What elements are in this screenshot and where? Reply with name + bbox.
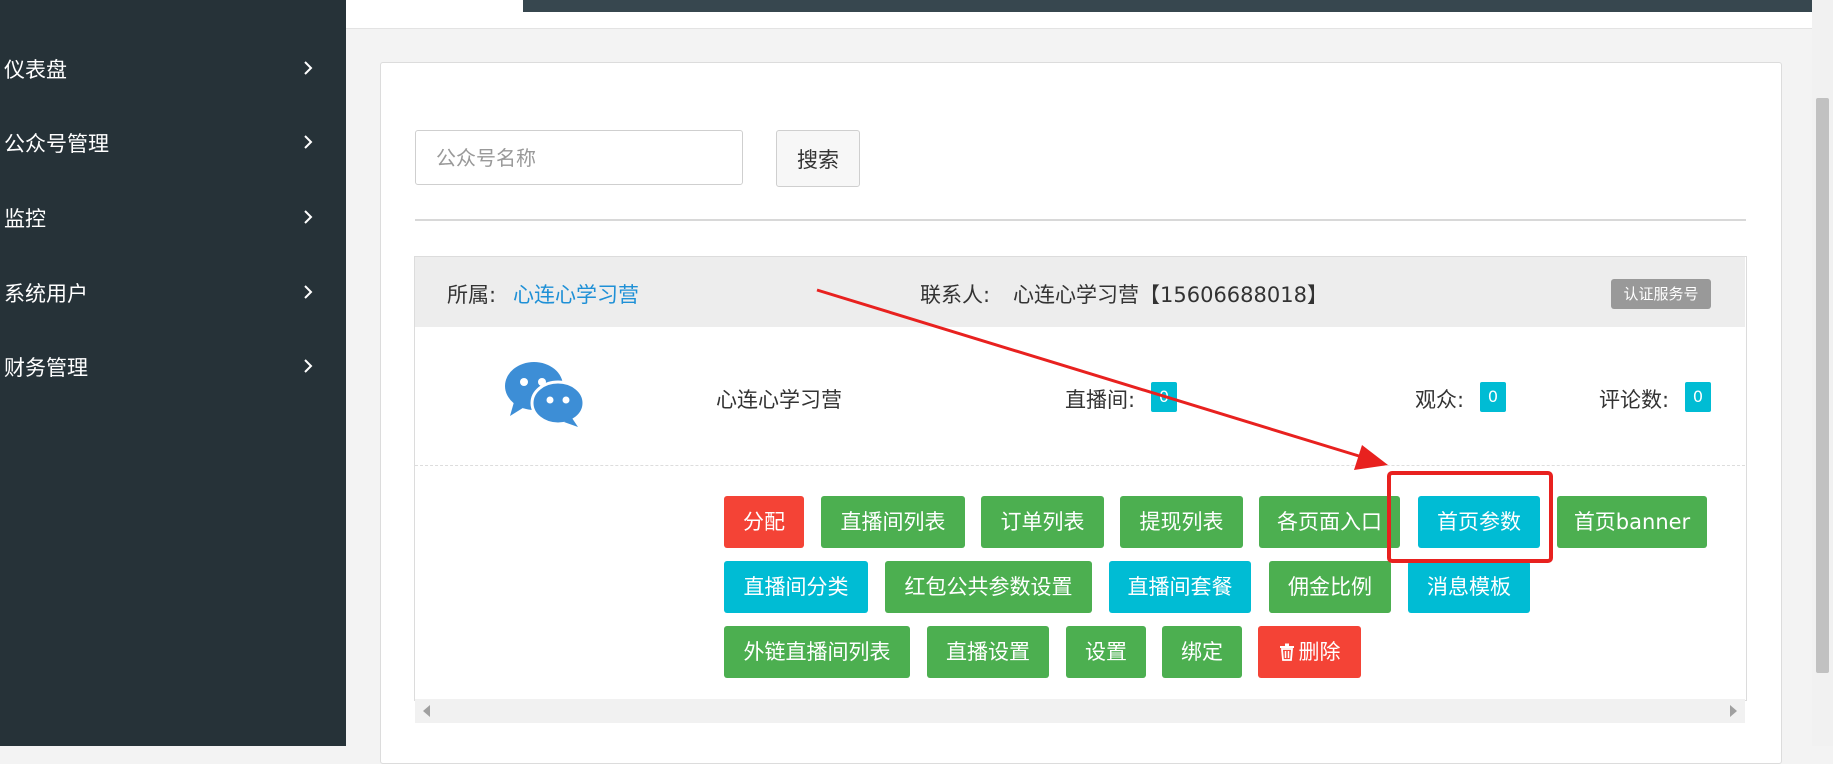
delete-button-label: 删除: [1298, 640, 1341, 664]
trash-icon: [1279, 643, 1294, 661]
home-banner-button[interactable]: 首页banner: [1557, 496, 1707, 548]
top-header-bar: [523, 0, 1833, 12]
divider: [415, 219, 1746, 221]
sidebar-item-monitoring[interactable]: 监控: [0, 197, 346, 237]
sidebar: 仪表盘 公众号管理 监控 系统用户 财务管理: [0, 0, 346, 746]
sidebar-item-account-management[interactable]: 公众号管理: [0, 122, 346, 162]
live-rooms-count: 0: [1151, 382, 1177, 412]
home-params-button[interactable]: 首页参数: [1418, 496, 1540, 548]
wechat-icon: [505, 362, 586, 427]
scroll-left-arrow-icon[interactable]: [423, 705, 430, 717]
account-type-badge: 认证服务号: [1611, 279, 1711, 309]
commission-ratio-button[interactable]: 佣金比例: [1269, 561, 1391, 613]
sidebar-item-finance[interactable]: 财务管理: [0, 346, 346, 386]
sidebar-item-label: 监控: [4, 207, 46, 231]
message-template-button[interactable]: 消息模板: [1408, 561, 1530, 613]
withdraw-list-button[interactable]: 提现列表: [1120, 496, 1243, 548]
search-input[interactable]: [415, 130, 743, 185]
red-packet-settings-button[interactable]: 红包公共参数设置: [885, 561, 1092, 613]
settings-button[interactable]: 设置: [1066, 626, 1146, 678]
tab-strip: [346, 12, 1833, 29]
chevron-right-icon: [304, 359, 313, 373]
sidebar-item-system-users[interactable]: 系统用户: [0, 272, 346, 312]
contact-value: 心连心学习营【15606688018】: [1013, 283, 1328, 307]
dashed-divider: [415, 465, 1745, 466]
live-rooms-label: 直播间:: [1065, 388, 1136, 412]
search-button[interactable]: 搜索: [776, 130, 860, 187]
page-entries-button[interactable]: 各页面入口: [1259, 496, 1400, 548]
comments-label: 评论数:: [1599, 388, 1670, 412]
sidebar-item-label: 仪表盘: [4, 58, 67, 82]
delete-button[interactable]: 删除: [1258, 626, 1361, 678]
audience-count: 0: [1480, 382, 1506, 412]
chevron-right-icon: [304, 285, 313, 299]
scroll-right-arrow-icon[interactable]: [1730, 705, 1737, 717]
vertical-scrollbar[interactable]: [1812, 0, 1833, 746]
sidebar-item-label: 公众号管理: [4, 132, 109, 156]
chevron-right-icon: [304, 135, 313, 149]
order-list-button[interactable]: 订单列表: [981, 496, 1104, 548]
audience-label: 观众:: [1415, 388, 1465, 412]
account-name: 心连心学习营: [716, 388, 842, 412]
chevron-right-icon: [304, 210, 313, 224]
live-room-category-button[interactable]: 直播间分类: [724, 561, 868, 613]
sidebar-item-dashboard[interactable]: 仪表盘: [0, 48, 346, 88]
comments-count: 0: [1685, 382, 1711, 412]
assign-button[interactable]: 分配: [724, 496, 804, 548]
live-room-package-button[interactable]: 直播间套餐: [1109, 561, 1251, 613]
contact-label: 联系人:: [920, 283, 991, 307]
sidebar-item-label: 系统用户: [4, 282, 88, 306]
owner-link[interactable]: 心连心学习营: [513, 279, 639, 309]
external-live-list-button[interactable]: 外链直播间列表: [724, 626, 910, 678]
live-settings-button[interactable]: 直播设置: [927, 626, 1049, 678]
scrollbar-thumb[interactable]: [1816, 98, 1829, 673]
owner-label: 所属:: [447, 283, 497, 307]
chevron-right-icon: [304, 61, 313, 75]
live-room-list-button[interactable]: 直播间列表: [821, 496, 965, 548]
horizontal-scrollbar[interactable]: [415, 699, 1745, 723]
sidebar-item-label: 财务管理: [4, 356, 88, 380]
bind-button[interactable]: 绑定: [1162, 626, 1242, 678]
